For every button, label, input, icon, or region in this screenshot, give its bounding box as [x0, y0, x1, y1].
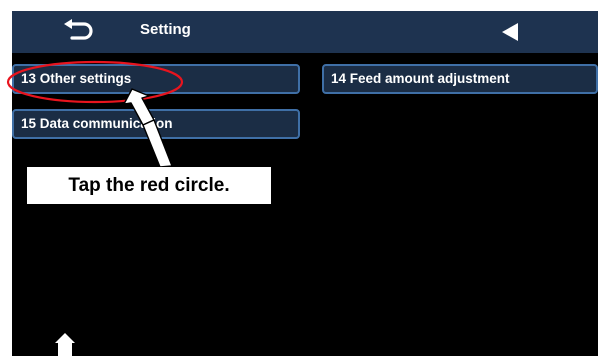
back-button[interactable]	[62, 19, 96, 45]
other-settings-button[interactable]: 13 Other settings	[12, 64, 300, 94]
title-bar: Setting	[12, 11, 598, 53]
feed-amount-adjustment-button[interactable]: 14 Feed amount adjustment	[322, 64, 598, 94]
previous-page-button[interactable]	[498, 19, 526, 45]
triangle-left-icon	[502, 23, 518, 41]
home-button[interactable]	[52, 331, 78, 356]
device-screen: Setting 13 Other settings 14 Feed amount…	[12, 11, 598, 356]
home-icon	[55, 333, 75, 356]
data-communication-button[interactable]: 15 Data communication	[12, 109, 300, 139]
return-arrow-icon	[64, 19, 93, 40]
page-title: Setting	[140, 21, 191, 38]
